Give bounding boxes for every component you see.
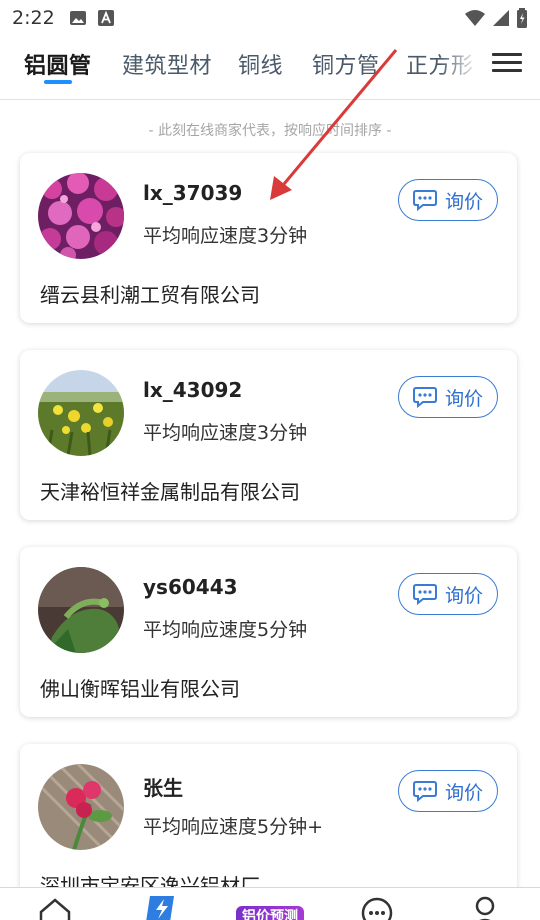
battery-icon [517, 8, 527, 28]
tab-copper-wire[interactable]: 铜线 [238, 48, 283, 80]
response-time: 平均响应速度5分钟+ [143, 816, 324, 838]
merchant-name: lx_43092 [143, 378, 243, 402]
company-name: 天津裕恒祥金属制品有限公司 [40, 480, 300, 504]
inquiry-button[interactable]: 询价 [398, 573, 498, 615]
status-bar: 2:22 [0, 0, 540, 36]
chat-icon [412, 781, 437, 802]
response-time: 平均响应速度3分钟 [143, 225, 308, 247]
inquiry-label: 询价 [444, 190, 483, 213]
tabs-fade [440, 36, 480, 98]
response-time: 平均响应速度5分钟 [143, 619, 308, 641]
image-icon [69, 11, 86, 25]
chat-icon [412, 190, 437, 211]
inquiry-button[interactable]: 询价 [398, 770, 498, 812]
chat-icon [412, 387, 437, 408]
active-tab-indicator [44, 80, 72, 84]
category-tabbar: 铝圆管 建筑型材 铜线 铜方管 正方形 [0, 36, 540, 100]
merchant-card[interactable]: lx_43092 平均响应速度3分钟 询价 天津裕恒祥金属制品有限公司 [20, 350, 517, 520]
avatar [38, 173, 124, 259]
wifi-icon [465, 10, 485, 26]
merchant-name: ys60443 [143, 575, 238, 599]
merchant-name: lx_37039 [143, 181, 243, 205]
tab-building-profiles[interactable]: 建筑型材 [122, 48, 212, 80]
messages-icon[interactable] [360, 896, 394, 920]
quotes-icon[interactable] [144, 892, 180, 920]
merchant-card[interactable]: lx_37039 平均响应速度3分钟 询价 缙云县利潮工贸有限公司 [20, 153, 517, 323]
inquiry-button[interactable]: 询价 [398, 179, 498, 221]
section-subtitle: - 此刻在线商家代表，按响应时间排序 - [148, 123, 392, 139]
merchant-card[interactable]: ys60443 平均响应速度5分钟 询价 佛山衡晖铝业有限公司 [20, 547, 517, 717]
merchant-name: 张生 [143, 776, 183, 800]
notification-icons [69, 9, 115, 27]
inquiry-label: 询价 [444, 584, 483, 607]
inquiry-button[interactable]: 询价 [398, 376, 498, 418]
profile-icon[interactable] [470, 896, 500, 920]
home-icon[interactable] [38, 896, 72, 920]
category-tabs: 铝圆管 建筑型材 铜线 铜方管 正方形 [0, 36, 480, 100]
price-forecast-button[interactable]: 铝价预测 [236, 906, 304, 920]
company-name: 佛山衡晖铝业有限公司 [40, 677, 240, 701]
status-time: 2:22 [12, 7, 55, 29]
font-icon [97, 10, 114, 26]
signal-icon [493, 10, 509, 26]
avatar [38, 567, 124, 653]
menu-icon[interactable] [490, 48, 524, 82]
inquiry-label: 询价 [444, 781, 483, 804]
company-name: 缙云县利潮工贸有限公司 [40, 283, 260, 307]
tab-aluminum-round-tube[interactable]: 铝圆管 [24, 48, 92, 80]
chat-icon [412, 584, 437, 605]
inquiry-label: 询价 [444, 387, 483, 410]
bottom-nav: 铝价预测 [0, 887, 540, 920]
avatar [38, 764, 124, 850]
system-icons [464, 8, 528, 28]
response-time: 平均响应速度3分钟 [143, 422, 308, 444]
avatar [38, 370, 124, 456]
tab-copper-square-tube[interactable]: 铜方管 [312, 48, 380, 80]
